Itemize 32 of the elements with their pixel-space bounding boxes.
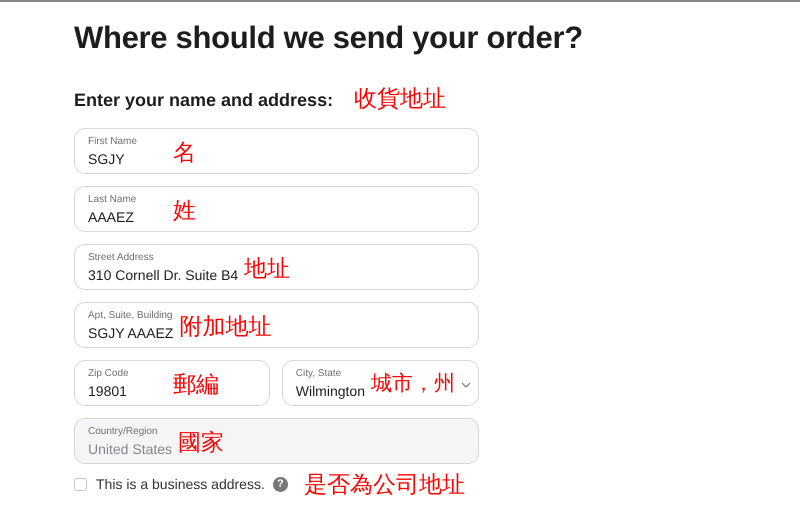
help-icon[interactable]: ? xyxy=(272,476,288,492)
field-value: AAAEZ xyxy=(88,208,135,227)
field-label: First Name xyxy=(88,135,138,149)
field-value: SGJY xyxy=(88,150,126,169)
field-label: Last Name xyxy=(88,193,138,207)
annotation-text: 是否為公司地址 xyxy=(304,471,465,497)
input-field[interactable]: Zip Code 19801 郵編 xyxy=(74,360,270,406)
field-label: Country/Region xyxy=(88,425,158,439)
field-value: 310 Cornell Dr. Suite B4 xyxy=(88,266,238,285)
checkbox-label: This is a business address. xyxy=(96,476,265,492)
field-label: Apt, Suite, Building xyxy=(88,309,174,323)
section-heading: Enter your name and address: xyxy=(74,90,334,111)
field-label: City, State xyxy=(296,367,342,381)
annotation-text: 地址 xyxy=(244,255,290,281)
input-field[interactable]: Last Name AAAEZ 姓 xyxy=(74,186,479,232)
annotation-text: 名 xyxy=(173,139,196,165)
page-title: Where should we send your order? xyxy=(74,19,584,57)
field-label: Street Address xyxy=(88,251,155,265)
field-value: 19801 xyxy=(88,382,128,401)
checkbox[interactable] xyxy=(74,478,87,490)
annotation-text: 郵編 xyxy=(173,371,219,397)
field-label: Zip Code xyxy=(88,367,130,381)
chevron-down-icon xyxy=(461,382,471,388)
annotation-text: 城市，州 xyxy=(371,371,455,397)
field-value: Wilmington xyxy=(296,382,365,401)
field-value: United States xyxy=(88,440,172,459)
annotation-text: 姓 xyxy=(173,197,196,223)
input-field[interactable]: First Name SGJY 名 xyxy=(74,128,479,174)
annotation-text: 收貨地址 xyxy=(354,85,446,111)
field-value: SGJY AAAEZ xyxy=(88,324,174,343)
annotation-text: 國家 xyxy=(178,429,224,455)
annotation-text: 附加地址 xyxy=(179,313,272,339)
